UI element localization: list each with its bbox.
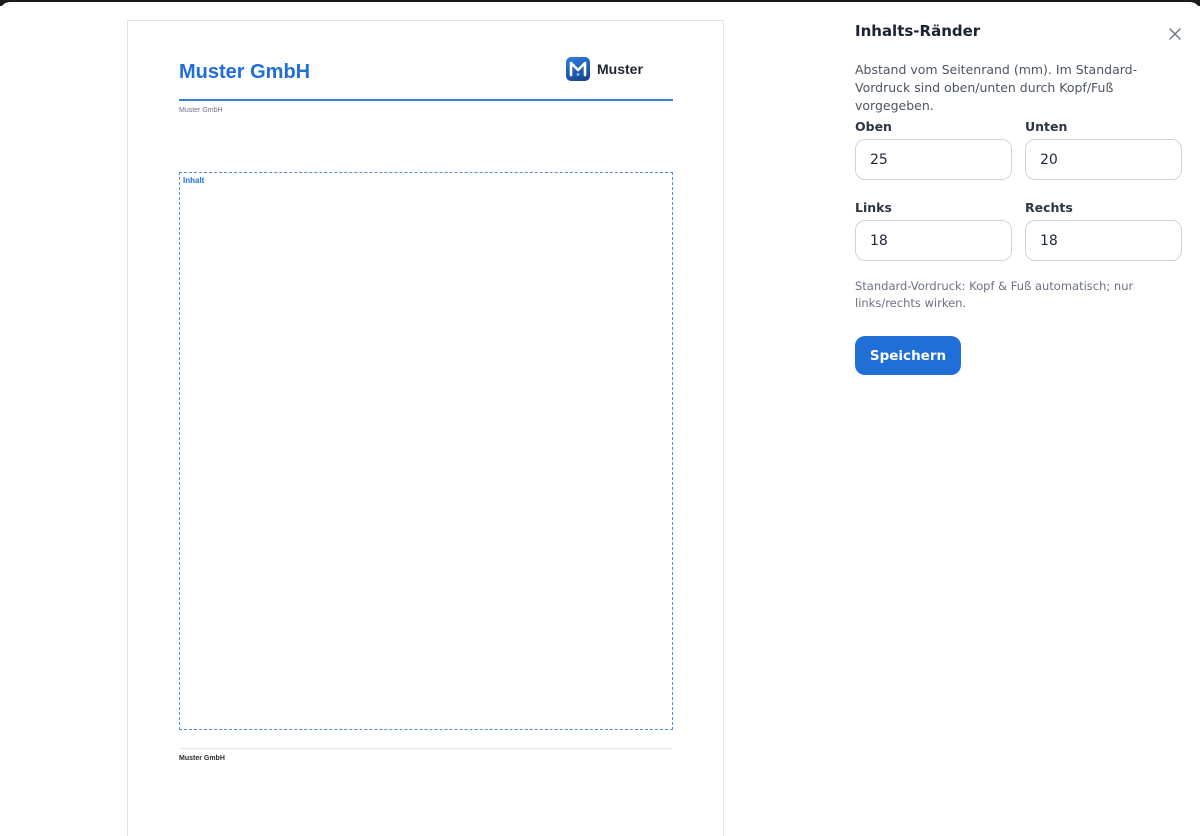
field-oben: Oben: [855, 119, 1012, 180]
document-content-area: Inhalt: [179, 172, 673, 730]
close-icon: [1169, 28, 1181, 40]
close-button[interactable]: [1167, 26, 1183, 42]
field-rechts-label: Rechts: [1025, 200, 1073, 215]
field-unten: Unten: [1025, 119, 1182, 180]
rechts-input[interactable]: [1025, 220, 1182, 261]
panel-note: Standard-Vordruck: Kopf & Fuß automatisc…: [855, 279, 1134, 310]
muster-logo-icon: [566, 57, 590, 81]
panel-description: Abstand vom Seitenrand (mm). Im Standard…: [855, 62, 1138, 113]
document-content-label: Inhalt: [183, 176, 205, 185]
oben-input[interactable]: [855, 139, 1012, 180]
document-header-subline: Muster GmbH: [179, 107, 223, 114]
document-footer-text: Muster GmbH: [179, 755, 225, 762]
field-rechts: Rechts: [1025, 200, 1182, 261]
save-button[interactable]: Speichern: [855, 336, 961, 375]
field-unten-label: Unten: [1025, 119, 1068, 134]
dialog-surface: Muster GmbH Muster Muster GmbH Inhalt Mu…: [0, 2, 1200, 836]
document-logo: Muster: [566, 57, 643, 81]
document-company-name: Muster GmbH: [179, 61, 311, 83]
field-links: Links: [855, 200, 1012, 261]
document-footer-rule: [179, 748, 673, 749]
document-preview: Muster GmbH Muster Muster GmbH Inhalt Mu…: [127, 20, 724, 836]
field-oben-label: Oben: [855, 119, 892, 134]
document-header-rule: [179, 99, 673, 101]
field-links-label: Links: [855, 200, 892, 215]
margins-panel: Inhalts-Ränder Abstand vom Seitenrand (m…: [855, 2, 1200, 836]
unten-input[interactable]: [1025, 139, 1182, 180]
links-input[interactable]: [855, 220, 1012, 261]
document-logo-text: Muster: [597, 61, 643, 77]
panel-title: Inhalts-Ränder: [855, 22, 981, 40]
